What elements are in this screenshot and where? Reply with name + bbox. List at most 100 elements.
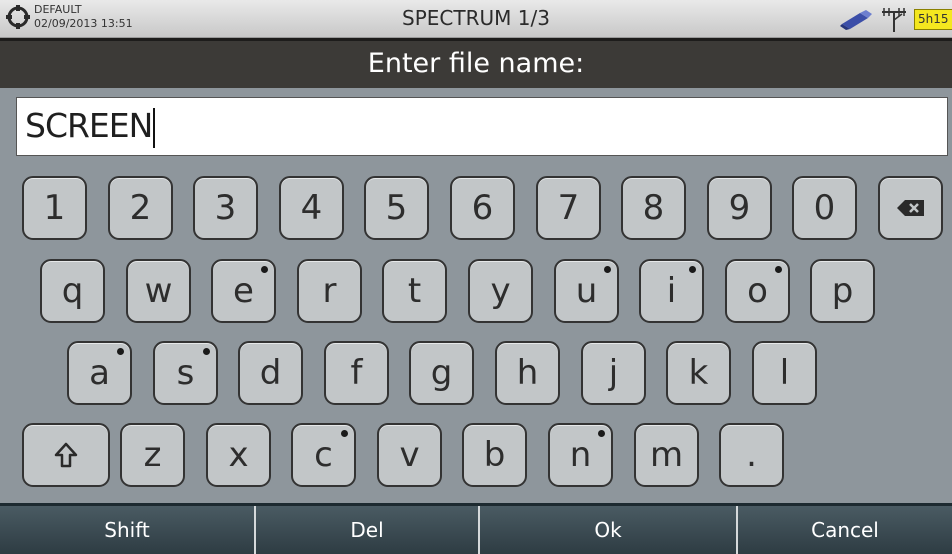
key-label: h <box>516 353 539 393</box>
accent-indicator <box>775 266 782 273</box>
screen-title: SPECTRUM 1/3 <box>402 6 550 30</box>
text-caret <box>153 107 156 148</box>
accent-indicator <box>689 266 696 273</box>
key-8[interactable]: 8 <box>621 176 686 240</box>
key-label: z <box>143 435 162 475</box>
key-6[interactable]: 6 <box>450 176 515 240</box>
key-label: k <box>688 353 709 393</box>
key-7[interactable]: 7 <box>536 176 601 240</box>
key-label: 6 <box>471 188 494 228</box>
key-label: a <box>89 353 110 393</box>
accent-indicator <box>604 266 611 273</box>
key-i[interactable]: i <box>639 259 704 323</box>
key-label: 9 <box>728 188 751 228</box>
key-y[interactable]: y <box>468 259 533 323</box>
key-label: i <box>666 271 677 311</box>
key-l[interactable]: l <box>752 341 817 405</box>
key-a[interactable]: a <box>67 341 132 405</box>
softkey-bar: Shift Del Ok Cancel <box>0 503 952 554</box>
key-label: . <box>746 435 757 475</box>
key-period[interactable]: . <box>719 423 784 487</box>
key-k[interactable]: k <box>666 341 731 405</box>
accent-indicator <box>261 266 268 273</box>
antenna-icon <box>882 8 906 32</box>
key-p[interactable]: p <box>810 259 875 323</box>
accent-indicator <box>598 430 605 437</box>
shift-arrow-icon <box>54 442 78 468</box>
key-label: x <box>228 435 249 475</box>
del-softkey[interactable]: Del <box>256 506 478 554</box>
key-label: p <box>831 271 854 311</box>
key-label: c <box>314 435 333 475</box>
backspace-icon <box>896 200 924 216</box>
key-u[interactable]: u <box>554 259 619 323</box>
battery-time-badge: 5h15 <box>914 9 952 30</box>
key-label: v <box>399 435 420 475</box>
key-b[interactable]: b <box>462 423 527 487</box>
key-label: 2 <box>129 188 152 228</box>
key-label: y <box>490 271 511 311</box>
key-v[interactable]: v <box>377 423 442 487</box>
key-z[interactable]: z <box>120 423 185 487</box>
key-c[interactable]: c <box>291 423 356 487</box>
key-x[interactable]: x <box>206 423 271 487</box>
key-j[interactable]: j <box>581 341 646 405</box>
dialog-header: Enter file name: <box>0 38 952 88</box>
key-label: s <box>176 353 195 393</box>
key-4[interactable]: 4 <box>279 176 344 240</box>
key-e[interactable]: e <box>211 259 276 323</box>
accent-indicator <box>203 348 210 355</box>
key-1[interactable]: 1 <box>22 176 87 240</box>
key-n[interactable]: n <box>548 423 613 487</box>
key-5[interactable]: 5 <box>364 176 429 240</box>
accent-indicator <box>117 348 124 355</box>
key-d[interactable]: d <box>238 341 303 405</box>
key-label: m <box>649 435 684 475</box>
key-label: u <box>575 271 598 311</box>
key-w[interactable]: w <box>126 259 191 323</box>
key-label: d <box>259 353 282 393</box>
key-2[interactable]: 2 <box>108 176 173 240</box>
key-label: o <box>747 271 768 311</box>
dialog-title: Enter file name: <box>367 48 585 79</box>
filename-value: SCREEN <box>25 106 156 148</box>
key-t[interactable]: t <box>382 259 447 323</box>
backspace-key[interactable] <box>878 176 943 240</box>
key-label: 7 <box>557 188 580 228</box>
key-label: q <box>61 271 84 311</box>
key-q[interactable]: q <box>40 259 105 323</box>
key-label: 5 <box>385 188 408 228</box>
key-g[interactable]: g <box>409 341 474 405</box>
accent-indicator <box>341 430 348 437</box>
shift-key[interactable] <box>22 423 110 487</box>
ok-softkey[interactable]: Ok <box>480 506 736 554</box>
filename-input[interactable]: SCREEN <box>16 97 948 156</box>
key-label: w <box>144 271 173 311</box>
key-h[interactable]: h <box>495 341 560 405</box>
key-label: 4 <box>300 188 323 228</box>
key-label: e <box>233 271 254 311</box>
key-label: 1 <box>43 188 66 228</box>
key-s[interactable]: s <box>153 341 218 405</box>
key-label: 3 <box>214 188 237 228</box>
key-label: j <box>608 353 619 393</box>
shift-softkey[interactable]: Shift <box>0 506 254 554</box>
key-label: n <box>569 435 592 475</box>
status-bar: DEFAULT 02/09/2013 13:51 SPECTRUM 1/3 5h… <box>0 0 952 38</box>
key-0[interactable]: 0 <box>792 176 857 240</box>
key-label: b <box>483 435 506 475</box>
key-label: g <box>430 353 453 393</box>
key-o[interactable]: o <box>725 259 790 323</box>
key-f[interactable]: f <box>324 341 389 405</box>
key-label: f <box>350 353 363 393</box>
key-label: 0 <box>813 188 836 228</box>
key-3[interactable]: 3 <box>193 176 258 240</box>
cancel-softkey[interactable]: Cancel <box>738 506 952 554</box>
key-label: r <box>322 271 337 311</box>
key-label: l <box>779 353 790 393</box>
key-9[interactable]: 9 <box>707 176 772 240</box>
key-r[interactable]: r <box>297 259 362 323</box>
power-plug-icon <box>840 10 872 30</box>
key-m[interactable]: m <box>634 423 699 487</box>
key-label: 8 <box>642 188 665 228</box>
